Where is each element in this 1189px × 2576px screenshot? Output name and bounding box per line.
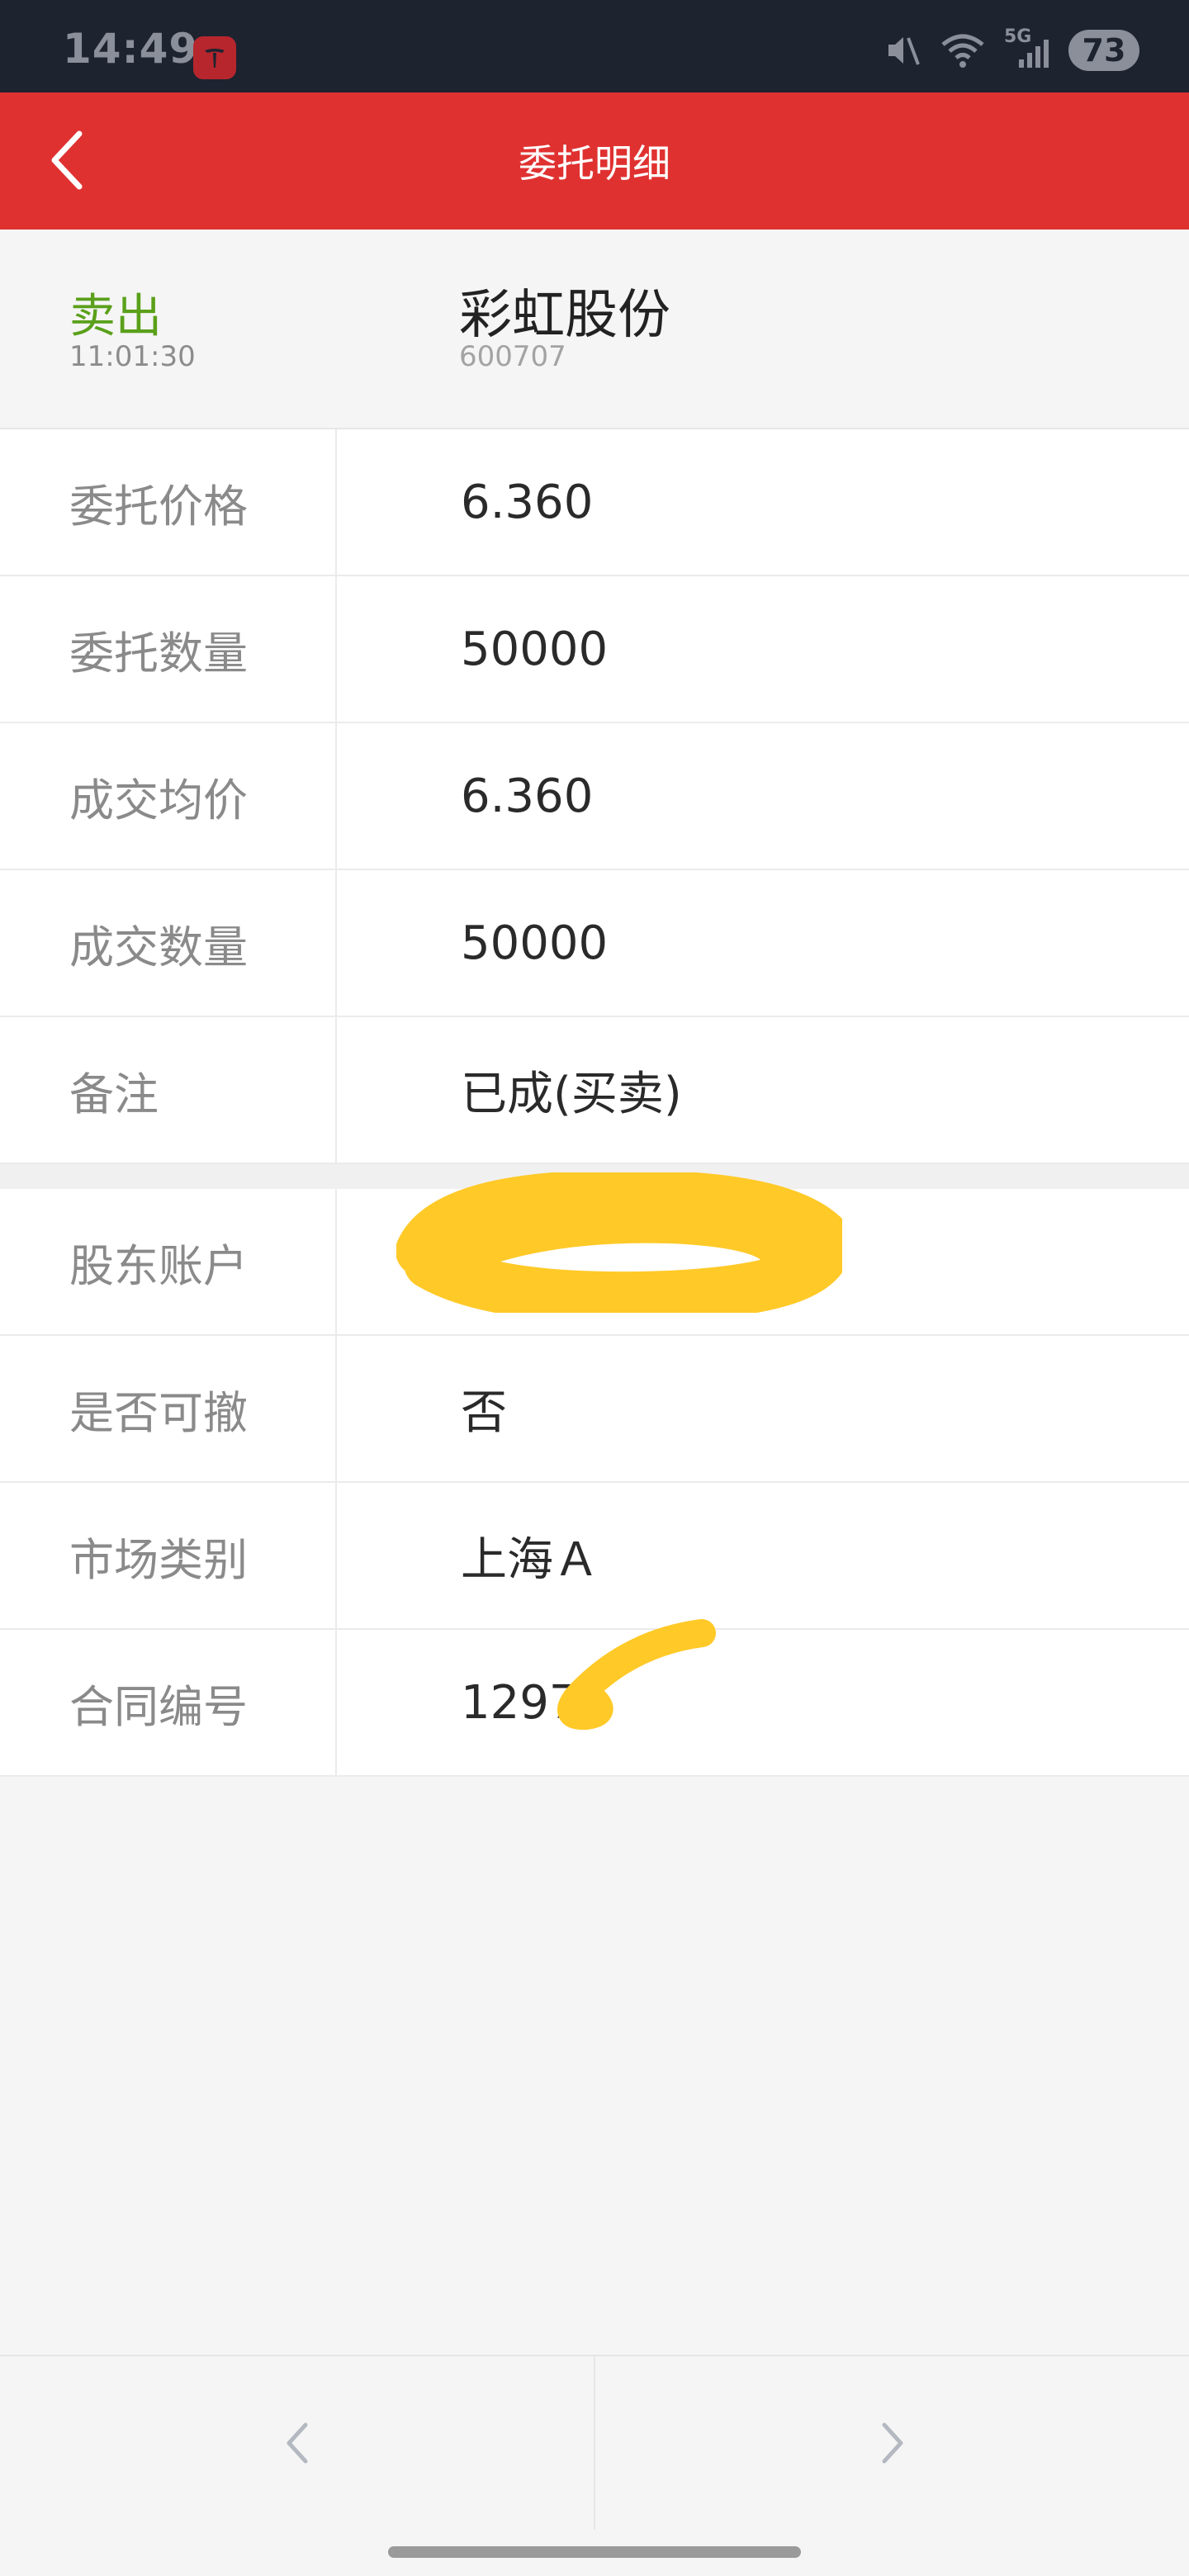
detail-row-avg-price: 成交均价 6.360	[0, 723, 1189, 870]
status-time: 14:49	[63, 25, 199, 73]
app-notification-icon	[193, 36, 236, 79]
detail-label: 成交均价	[0, 723, 337, 869]
detail-label: 市场类别	[0, 1483, 337, 1628]
detail-value: A	[461, 1234, 493, 1289]
detail-value: 否	[461, 1385, 507, 1440]
detail-value: 6.360	[461, 475, 594, 529]
detail-value: 已成(买卖)	[461, 1067, 682, 1121]
home-indicator[interactable]	[388, 2546, 801, 2558]
stock-code: 600707	[459, 340, 566, 373]
detail-label: 委托价格	[0, 429, 337, 575]
section-divider	[0, 1164, 1189, 1189]
detail-row-account: 股东账户 A	[0, 1189, 1189, 1336]
trade-direction: 卖出	[69, 290, 162, 343]
detail-row-price: 委托价格 6.360	[0, 429, 1189, 576]
detail-row-contract: 合同编号 1297	[0, 1630, 1189, 1777]
detail-value: 50000	[461, 622, 609, 676]
wifi-icon	[941, 34, 984, 68]
order-time: 11:01:30	[69, 340, 196, 373]
network-type: 5G	[1004, 26, 1050, 69]
detail-label: 合同编号	[0, 1630, 337, 1775]
detail-row-market: 市场类别 上海Ａ	[0, 1483, 1189, 1630]
order-summary: 卖出 11:01:30 彩虹股份 600707	[0, 230, 1189, 429]
detail-value: 1297	[461, 1675, 579, 1730]
chevron-right-icon	[882, 2422, 902, 2464]
status-icons: 5G 73	[883, 26, 1139, 71]
stock-name: 彩虹股份	[459, 285, 670, 346]
detail-label: 成交数量	[0, 870, 337, 1016]
account-details: 股东账户 A 是否可撤 否 市场类别 上海Ａ 合同编号 1297	[0, 1189, 1189, 1777]
detail-row-remark: 备注 已成(买卖)	[0, 1017, 1189, 1164]
detail-label: 委托数量	[0, 576, 337, 722]
detail-value: 6.360	[461, 769, 594, 823]
previous-record-button[interactable]	[0, 2356, 594, 2530]
detail-label: 备注	[0, 1017, 337, 1163]
battery-indicator: 73	[1068, 30, 1139, 71]
bottom-nav	[0, 2355, 1189, 2530]
chevron-left-icon	[287, 2422, 307, 2464]
detail-label: 股东账户	[0, 1189, 337, 1334]
page-title: 委托明细	[519, 141, 670, 186]
detail-value: 上海Ａ	[461, 1532, 599, 1587]
detail-value: 50000	[461, 916, 609, 970]
detail-row-filled-qty: 成交数量 50000	[0, 870, 1189, 1017]
detail-row-cancelable: 是否可撤 否	[0, 1336, 1189, 1483]
status-bar: 14:49 5G 73	[0, 0, 1189, 92]
detail-row-quantity: 委托数量 50000	[0, 576, 1189, 723]
app-header: 委托明细	[0, 92, 1189, 230]
detail-label: 是否可撤	[0, 1336, 337, 1481]
signal-icon	[1019, 40, 1049, 68]
order-details: 委托价格 6.360 委托数量 50000 成交均价 6.360 成交数量 50…	[0, 429, 1189, 1164]
next-record-button[interactable]	[595, 2356, 1189, 2530]
mute-icon	[888, 37, 920, 65]
